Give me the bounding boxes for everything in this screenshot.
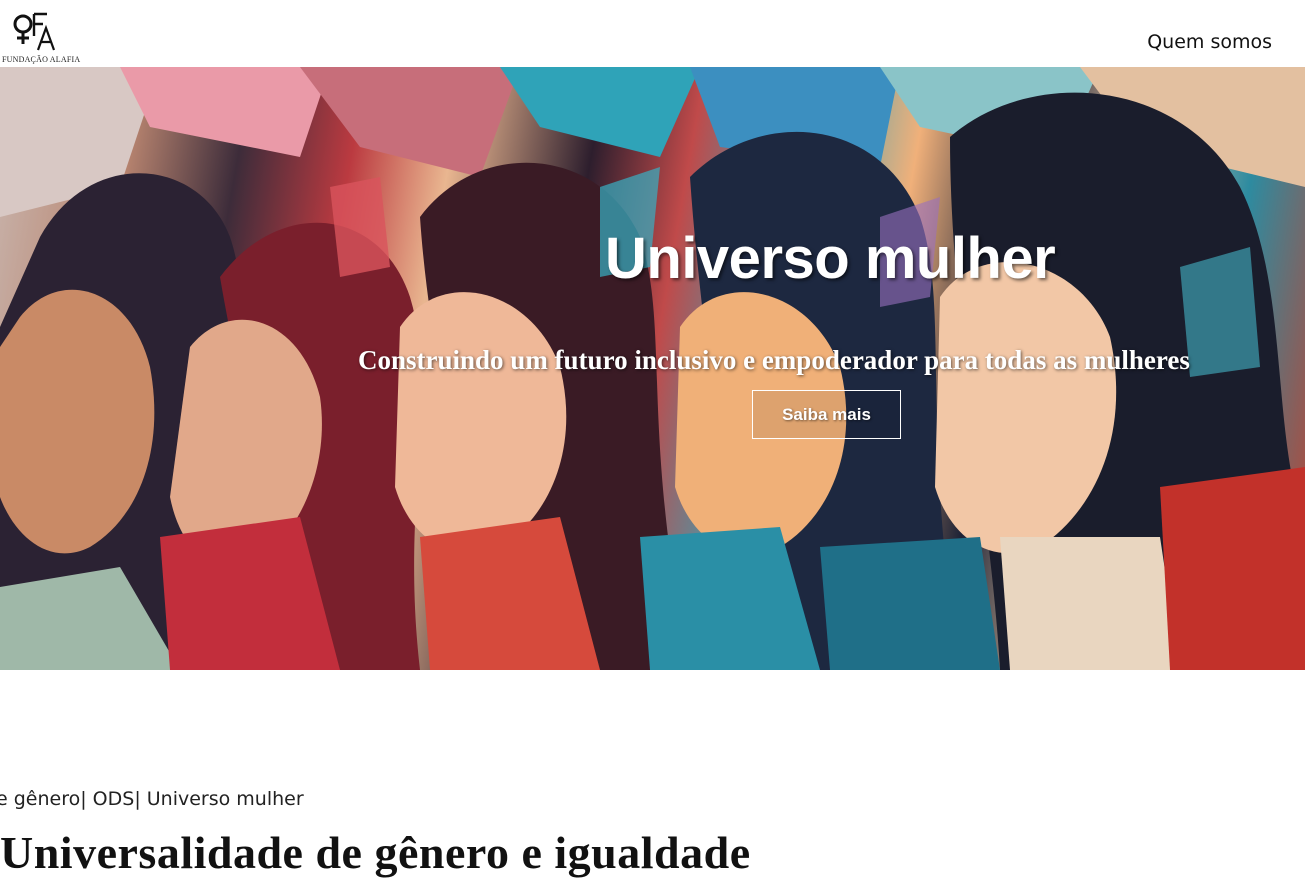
hero-banner: Universo mulher Construindo um futuro in… xyxy=(0,67,1305,670)
logo-icon xyxy=(13,12,56,51)
hero-title: Universo mulher xyxy=(605,226,1056,291)
site-header: FUNDAÇÃO ALAFIA Quem somos xyxy=(0,0,1305,67)
saiba-mais-button[interactable]: Saiba mais xyxy=(752,390,901,439)
hero-subtitle: Construindo um futuro inclusivo e empode… xyxy=(358,345,1190,375)
nav-link-quem-somos[interactable]: Quem somos xyxy=(1147,31,1272,53)
logo-text: FUNDAÇÃO ALAFIA xyxy=(2,55,81,64)
breadcrumb: e gênero| ODS| Universo mulher xyxy=(0,788,304,810)
article-title: Universalidade de gênero e igualdade xyxy=(0,827,751,878)
site-logo[interactable]: FUNDAÇÃO ALAFIA xyxy=(2,10,81,66)
